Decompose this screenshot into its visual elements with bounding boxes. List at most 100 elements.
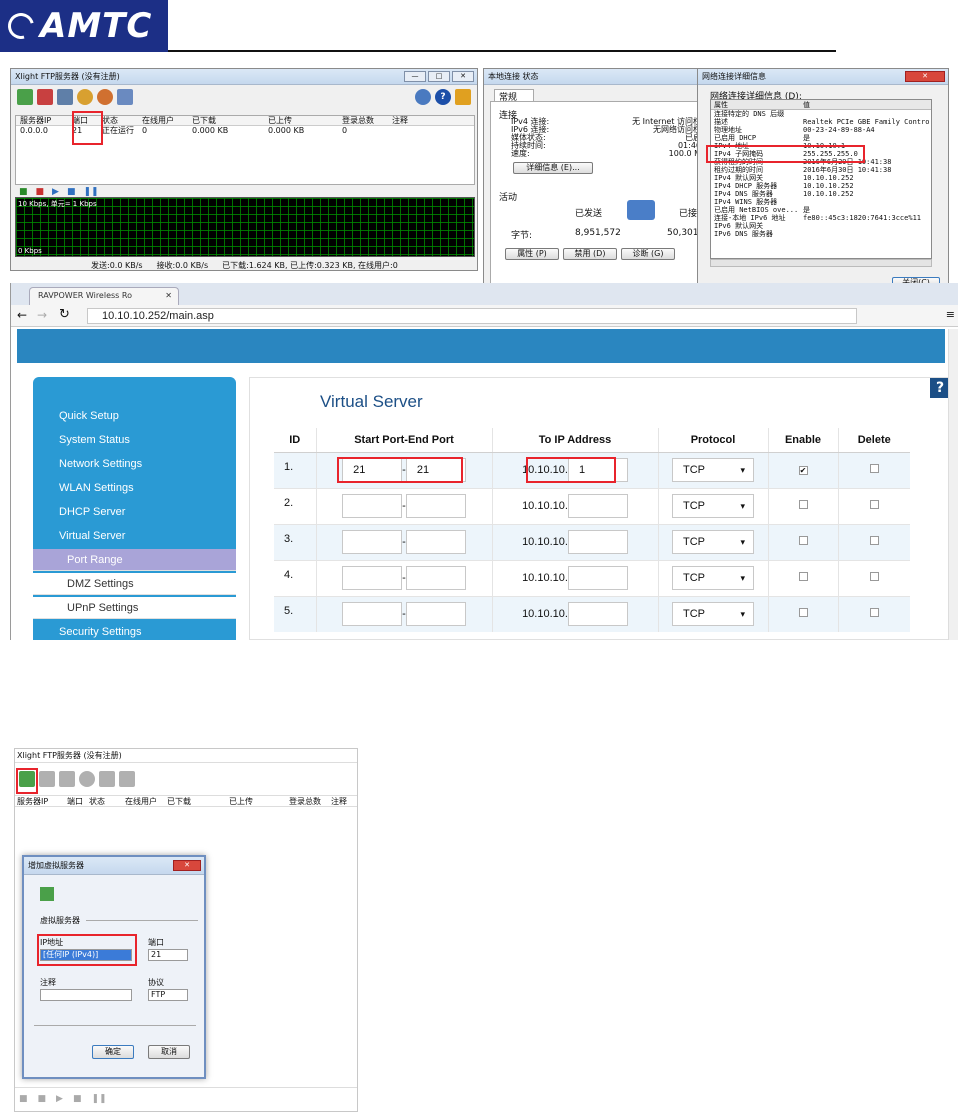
sidebar-item-quick-setup[interactable]: Quick Setup: [33, 405, 236, 427]
list-item[interactable]: IPv4 默认网关 10.10.10.252: [711, 174, 931, 182]
sidebar-item-virtual-server[interactable]: Virtual Server: [33, 525, 236, 547]
sidebar-item-system-status[interactable]: System Status: [33, 429, 236, 451]
protocol-select[interactable]: TCP: [672, 566, 754, 590]
close-x-button[interactable]: ✕: [905, 71, 945, 82]
stop-square-icon[interactable]: ■: [73, 1094, 82, 1105]
maximize-button[interactable]: □: [428, 71, 450, 82]
list-item[interactable]: 连接特定的 DNS 后缀: [711, 110, 931, 118]
start-port-input[interactable]: [342, 530, 403, 554]
list-item[interactable]: 已启用 DHCP 是: [711, 134, 931, 142]
protocol-select[interactable]: TCP: [672, 494, 754, 518]
delete-checkbox[interactable]: [869, 536, 879, 545]
start-icon[interactable]: ■: [19, 187, 28, 197]
stop-icon[interactable]: ■: [38, 1094, 47, 1105]
protocol-select[interactable]: TCP: [672, 602, 754, 627]
diagnose-button[interactable]: 诊断 (G): [621, 248, 675, 260]
play-icon[interactable]: ▶: [52, 187, 59, 197]
end-port-input[interactable]: [405, 602, 466, 627]
menu-icon[interactable]: ≡: [946, 308, 955, 321]
help-icon[interactable]: ?: [435, 89, 451, 105]
delete-checkbox[interactable]: [869, 464, 879, 473]
pause-icon[interactable]: ❚❚: [83, 187, 98, 197]
enable-checkbox[interactable]: [798, 608, 808, 618]
delete-checkbox[interactable]: [869, 572, 879, 581]
list-item[interactable]: 租约过期的时间 2016年6月30日 10:41:38: [711, 166, 931, 174]
list-item[interactable]: 已启用 NetBIOS ove... 是: [711, 206, 931, 214]
url-field[interactable]: 10.10.10.252/main.asp: [87, 308, 857, 324]
browser-tab[interactable]: RAVPOWER Wireless Ro ✕: [29, 287, 179, 305]
add-server-icon[interactable]: [17, 89, 33, 105]
tab-general[interactable]: 常规: [494, 89, 534, 103]
start-port-input[interactable]: [342, 602, 403, 627]
delete-server-icon[interactable]: [37, 89, 53, 105]
properties-button[interactable]: 属性 (P): [505, 248, 559, 260]
close-button[interactable]: ✕: [452, 71, 474, 82]
users-icon[interactable]: [97, 89, 113, 105]
list-item[interactable]: IPv4 WINS 服务器: [711, 198, 931, 206]
play-icon[interactable]: ▶: [56, 1094, 63, 1105]
start-icon[interactable]: ■: [19, 1094, 28, 1105]
page-scrollbar[interactable]: [948, 329, 958, 640]
stop-square-icon[interactable]: ■: [67, 187, 76, 197]
disable-button[interactable]: 禁用 (D): [563, 248, 617, 260]
list-item[interactable]: IPv4 DHCP 服务器 10.10.10.252: [711, 182, 931, 190]
list-item[interactable]: IPv4 DNS 服务器 10.10.10.252: [711, 190, 931, 198]
start-port-input[interactable]: [342, 566, 403, 590]
ip-last-octet-input[interactable]: [567, 566, 628, 590]
edit-server-icon[interactable]: [59, 771, 75, 787]
end-port-input[interactable]: [405, 494, 466, 518]
sidebar-item-network-settings[interactable]: Network Settings: [33, 453, 236, 475]
delete-checkbox[interactable]: [869, 608, 879, 618]
protocol-select[interactable]: TCP: [672, 530, 754, 554]
sidebar-item-dhcp-server[interactable]: DHCP Server: [33, 501, 236, 523]
end-port-input[interactable]: [405, 530, 466, 554]
back-icon[interactable]: ←: [17, 308, 27, 322]
list-item[interactable]: 物理地址 00-23-24-89-88-A4: [711, 126, 931, 134]
list-item[interactable]: IPv6 DNS 服务器: [711, 230, 931, 238]
protocol-select[interactable]: FTP: [148, 989, 188, 1001]
list-item[interactable]: 描述 Realtek PCIe GBE Family Contro: [711, 118, 931, 126]
reload-icon[interactable]: ↻: [59, 307, 70, 322]
info-icon[interactable]: [455, 89, 471, 105]
ip-last-octet-input[interactable]: [567, 602, 628, 627]
sidebar-item-upnp-settings[interactable]: UPnP Settings: [33, 597, 236, 619]
end-port-input[interactable]: [405, 566, 466, 590]
enable-checkbox[interactable]: ✔: [798, 466, 808, 475]
stop-icon[interactable]: ■: [36, 187, 45, 197]
ip-cell: 10.10.10.: [491, 559, 658, 596]
details-button[interactable]: 详细信息 (E)...: [513, 162, 593, 174]
pause-icon[interactable]: ❚❚: [91, 1094, 106, 1105]
settings-icon[interactable]: [415, 89, 431, 105]
list-item[interactable]: 连接-本地 IPv6 地址 fe80::45c3:1820:7641:3cce%1…: [711, 214, 931, 222]
delete-checkbox[interactable]: [869, 500, 879, 509]
port-input[interactable]: 21: [148, 949, 188, 961]
list-item[interactable]: IPv6 默认网关: [711, 222, 931, 230]
enable-checkbox[interactable]: [798, 500, 808, 509]
ip-last-octet-input[interactable]: [567, 530, 628, 554]
forward-icon[interactable]: →: [37, 308, 47, 322]
close-x-button[interactable]: ✕: [173, 860, 201, 871]
protocol-select[interactable]: TCP: [672, 458, 754, 482]
ip-last-octet-input[interactable]: [567, 494, 628, 518]
help-button[interactable]: ?: [930, 378, 950, 398]
enable-checkbox[interactable]: [798, 536, 808, 545]
note-input[interactable]: [40, 989, 132, 1001]
edit-server-icon[interactable]: [57, 89, 73, 105]
cancel-button[interactable]: 取消: [148, 1045, 190, 1059]
horizontal-scrollbar[interactable]: [710, 259, 932, 267]
monitor-icon[interactable]: [119, 771, 135, 787]
monitor-icon[interactable]: [117, 89, 133, 105]
ok-button[interactable]: 确定: [92, 1045, 134, 1059]
tab-close-icon[interactable]: ✕: [165, 288, 172, 304]
user-icon[interactable]: [77, 89, 93, 105]
minimize-button[interactable]: —: [404, 71, 426, 82]
enable-checkbox[interactable]: [798, 572, 808, 581]
sidebar-item-port-range[interactable]: Port Range: [33, 549, 236, 571]
sidebar-item-dmz-settings[interactable]: DMZ Settings: [33, 573, 236, 595]
delete-server-icon[interactable]: [39, 771, 55, 787]
start-port-input[interactable]: [342, 494, 403, 518]
sidebar-item-wlan-settings[interactable]: WLAN Settings: [33, 477, 236, 499]
user-icon[interactable]: [79, 771, 95, 787]
users-icon[interactable]: [99, 771, 115, 787]
sidebar-item-security-settings[interactable]: Security Settings: [33, 621, 236, 640]
